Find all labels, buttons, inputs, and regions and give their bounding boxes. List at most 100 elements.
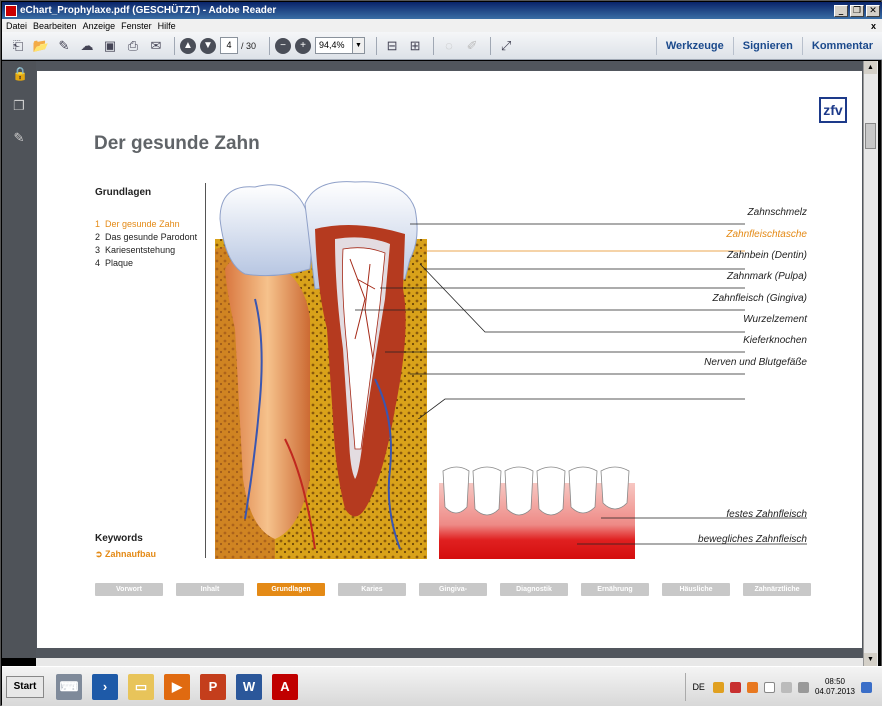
create-pdf-icon[interactable]: ⎗ — [8, 36, 28, 56]
shield-icon[interactable] — [729, 681, 741, 693]
fit-width-icon[interactable]: ⊟ — [382, 36, 402, 56]
task-pane-links: Werkzeuge Signieren Kommentar — [655, 32, 882, 59]
menu-bearbeiten[interactable]: Bearbeiten — [33, 21, 77, 31]
office-icon[interactable] — [746, 681, 758, 693]
flag-icon[interactable] — [763, 681, 775, 693]
keyword-link[interactable]: ➲ Zahnaufbau — [95, 549, 156, 560]
navigation-pane: 🔒 ❐ ✎ — [2, 61, 36, 658]
adobe-reader-icon — [5, 4, 17, 17]
label-zahnfleischtasche: Zahnfleischtasche — [726, 229, 807, 240]
tab-grundlagen[interactable]: Grundlagen — [257, 583, 325, 596]
tab-inhalt[interactable]: Inhalt — [176, 583, 244, 596]
word-icon[interactable]: W — [236, 673, 262, 700]
scroll-down-icon[interactable]: ▼ — [864, 653, 877, 666]
taskbar: Start ⌨ › ▭ ▶ P W A DE 08:50 04.07.2013 — [2, 666, 882, 706]
scroll-up-icon[interactable]: ▲ — [864, 61, 877, 74]
highlight-icon[interactable]: ✐ — [462, 36, 482, 56]
toolbar: ⎗ 📂 ✎ ☁ ▣ ⎙ ✉ ▲ ▼ 4 / 30 − + 94,4% ▼ ⊟ ⊞… — [2, 32, 882, 60]
system-tray: DE 08:50 04.07.2013 — [685, 673, 878, 701]
pages-icon[interactable]: ❐ — [12, 99, 26, 113]
menu-bar: Datei Bearbeiten Anzeige Fenster Hilfe x — [2, 19, 882, 32]
toolbar-separator — [490, 36, 492, 55]
toc-item[interactable]: 2 Das gesunde Parodont — [95, 231, 197, 244]
cloud-icon[interactable]: ☁ — [77, 36, 97, 56]
powershell-icon[interactable]: › — [92, 673, 118, 700]
powerpoint-icon[interactable]: P — [200, 673, 226, 700]
label-zahnbein: Zahnbein (Dentin) — [726, 250, 807, 261]
volume-icon[interactable] — [797, 681, 809, 693]
horizontal-scrollbar[interactable] — [36, 658, 863, 666]
close-button[interactable]: ✕ — [866, 4, 880, 17]
warning-icon[interactable] — [712, 681, 724, 693]
tab-karies[interactable]: Karies — [338, 583, 406, 596]
fullscreen-icon[interactable]: ⤢ — [496, 36, 516, 56]
table-of-contents: 1 Der gesunde Zahn 2 Das gesunde Parodon… — [95, 218, 197, 270]
menu-datei[interactable]: Datei — [6, 21, 27, 31]
restore-button[interactable]: ❐ — [850, 4, 864, 17]
clock[interactable]: 08:50 04.07.2013 — [815, 677, 855, 697]
app-window: eChart_Prophylaxe.pdf (GESCHÜTZT) - Adob… — [0, 0, 882, 706]
toolbar-separator — [269, 36, 271, 55]
werkzeuge-link[interactable]: Werkzeuge — [655, 36, 733, 55]
menu-fenster[interactable]: Fenster — [121, 21, 152, 31]
label-kieferknochen: Kieferknochen — [743, 335, 807, 346]
acrobat-icon[interactable]: A — [272, 673, 298, 700]
kommentar-link[interactable]: Kommentar — [801, 36, 882, 55]
toc-item[interactable]: 1 Der gesunde Zahn — [95, 218, 197, 231]
language-indicator[interactable]: DE — [692, 682, 705, 692]
tab-diagnostik[interactable]: Diagnostik — [500, 583, 568, 596]
label-wurzelzement: Wurzelzement — [743, 314, 807, 325]
toolbar-separator — [376, 36, 378, 55]
vertical-scrollbar[interactable]: ▲ ▼ — [863, 61, 878, 666]
window-title: eChart_Prophylaxe.pdf (GESCHÜTZT) - Adob… — [20, 5, 277, 16]
divider — [205, 183, 206, 558]
toolbar-separator — [433, 36, 435, 55]
tab-vorwort[interactable]: Vorwort — [95, 583, 163, 596]
signieren-link[interactable]: Signieren — [732, 36, 802, 55]
toc-item[interactable]: 3 Kariesentstehung — [95, 244, 197, 257]
open-file-icon[interactable]: 📂 — [31, 36, 51, 56]
toc-item[interactable]: 4 Plaque — [95, 257, 197, 270]
comment-icon[interactable]: ◌ — [439, 36, 459, 56]
tab-zahnaerztliche-vorsorge[interactable]: Zahnärztliche Vorsorge — [743, 583, 811, 606]
zoom-dropdown-icon[interactable]: ▼ — [353, 37, 366, 54]
label-festes-zahnfleisch: festes Zahnfleisch — [726, 509, 807, 520]
network-tray-icon[interactable] — [780, 681, 792, 693]
section-heading: Grundlagen — [95, 187, 152, 198]
close-document-button[interactable]: x — [871, 21, 876, 31]
network-icon[interactable]: ⌨ — [56, 673, 82, 700]
previous-page-icon[interactable]: ▲ — [180, 37, 196, 54]
title-bar: eChart_Prophylaxe.pdf (GESCHÜTZT) - Adob… — [2, 2, 882, 19]
folder-icon[interactable]: ▭ — [128, 673, 154, 700]
zoom-input[interactable]: 94,4% — [315, 37, 354, 54]
fit-page-icon[interactable]: ⊞ — [405, 36, 425, 56]
menu-hilfe[interactable]: Hilfe — [158, 21, 176, 31]
edit-icon[interactable]: ✎ — [54, 36, 74, 56]
tab-haeusliche-zahnpflege[interactable]: Häusliche Zahnpflege — [662, 583, 730, 606]
label-bewegliches-zahnfleisch: bewegliches Zahnfleisch — [698, 534, 807, 545]
zfv-logo: zfv — [819, 97, 847, 123]
email-icon[interactable]: ✉ — [146, 36, 166, 56]
page-number-input[interactable]: 4 — [220, 37, 238, 54]
save-icon[interactable]: ▣ — [100, 36, 120, 56]
tab-gingiva[interactable]: Gingiva-Erkrankungen — [419, 583, 487, 606]
toolbar-separator — [174, 36, 175, 55]
media-player-icon[interactable]: ▶ — [164, 673, 190, 700]
zoom-out-icon[interactable]: − — [275, 37, 292, 54]
page-total: / 30 — [241, 40, 257, 51]
next-page-icon[interactable]: ▼ — [200, 37, 216, 54]
label-zahnschmelz: Zahnschmelz — [747, 207, 807, 218]
menu-anzeige[interactable]: Anzeige — [83, 21, 116, 31]
pdf-page: zfv Der gesunde Zahn Grundlagen 1 Der ge… — [37, 71, 862, 648]
lock-icon[interactable]: 🔒 — [12, 67, 28, 81]
show-desktop-icon[interactable] — [861, 681, 872, 693]
minimize-button[interactable]: _ — [834, 4, 848, 17]
scroll-thumb[interactable] — [865, 123, 876, 149]
print-icon[interactable]: ⎙ — [123, 36, 143, 56]
label-nerven: Nerven und Blutgefäße — [704, 357, 807, 368]
start-button[interactable]: Start — [6, 675, 44, 698]
zoom-in-icon[interactable]: + — [295, 37, 312, 54]
attachment-icon[interactable]: ✎ — [12, 131, 26, 145]
page-title: Der gesunde Zahn — [94, 133, 260, 154]
tab-ernaehrung[interactable]: Ernährung — [581, 583, 649, 596]
